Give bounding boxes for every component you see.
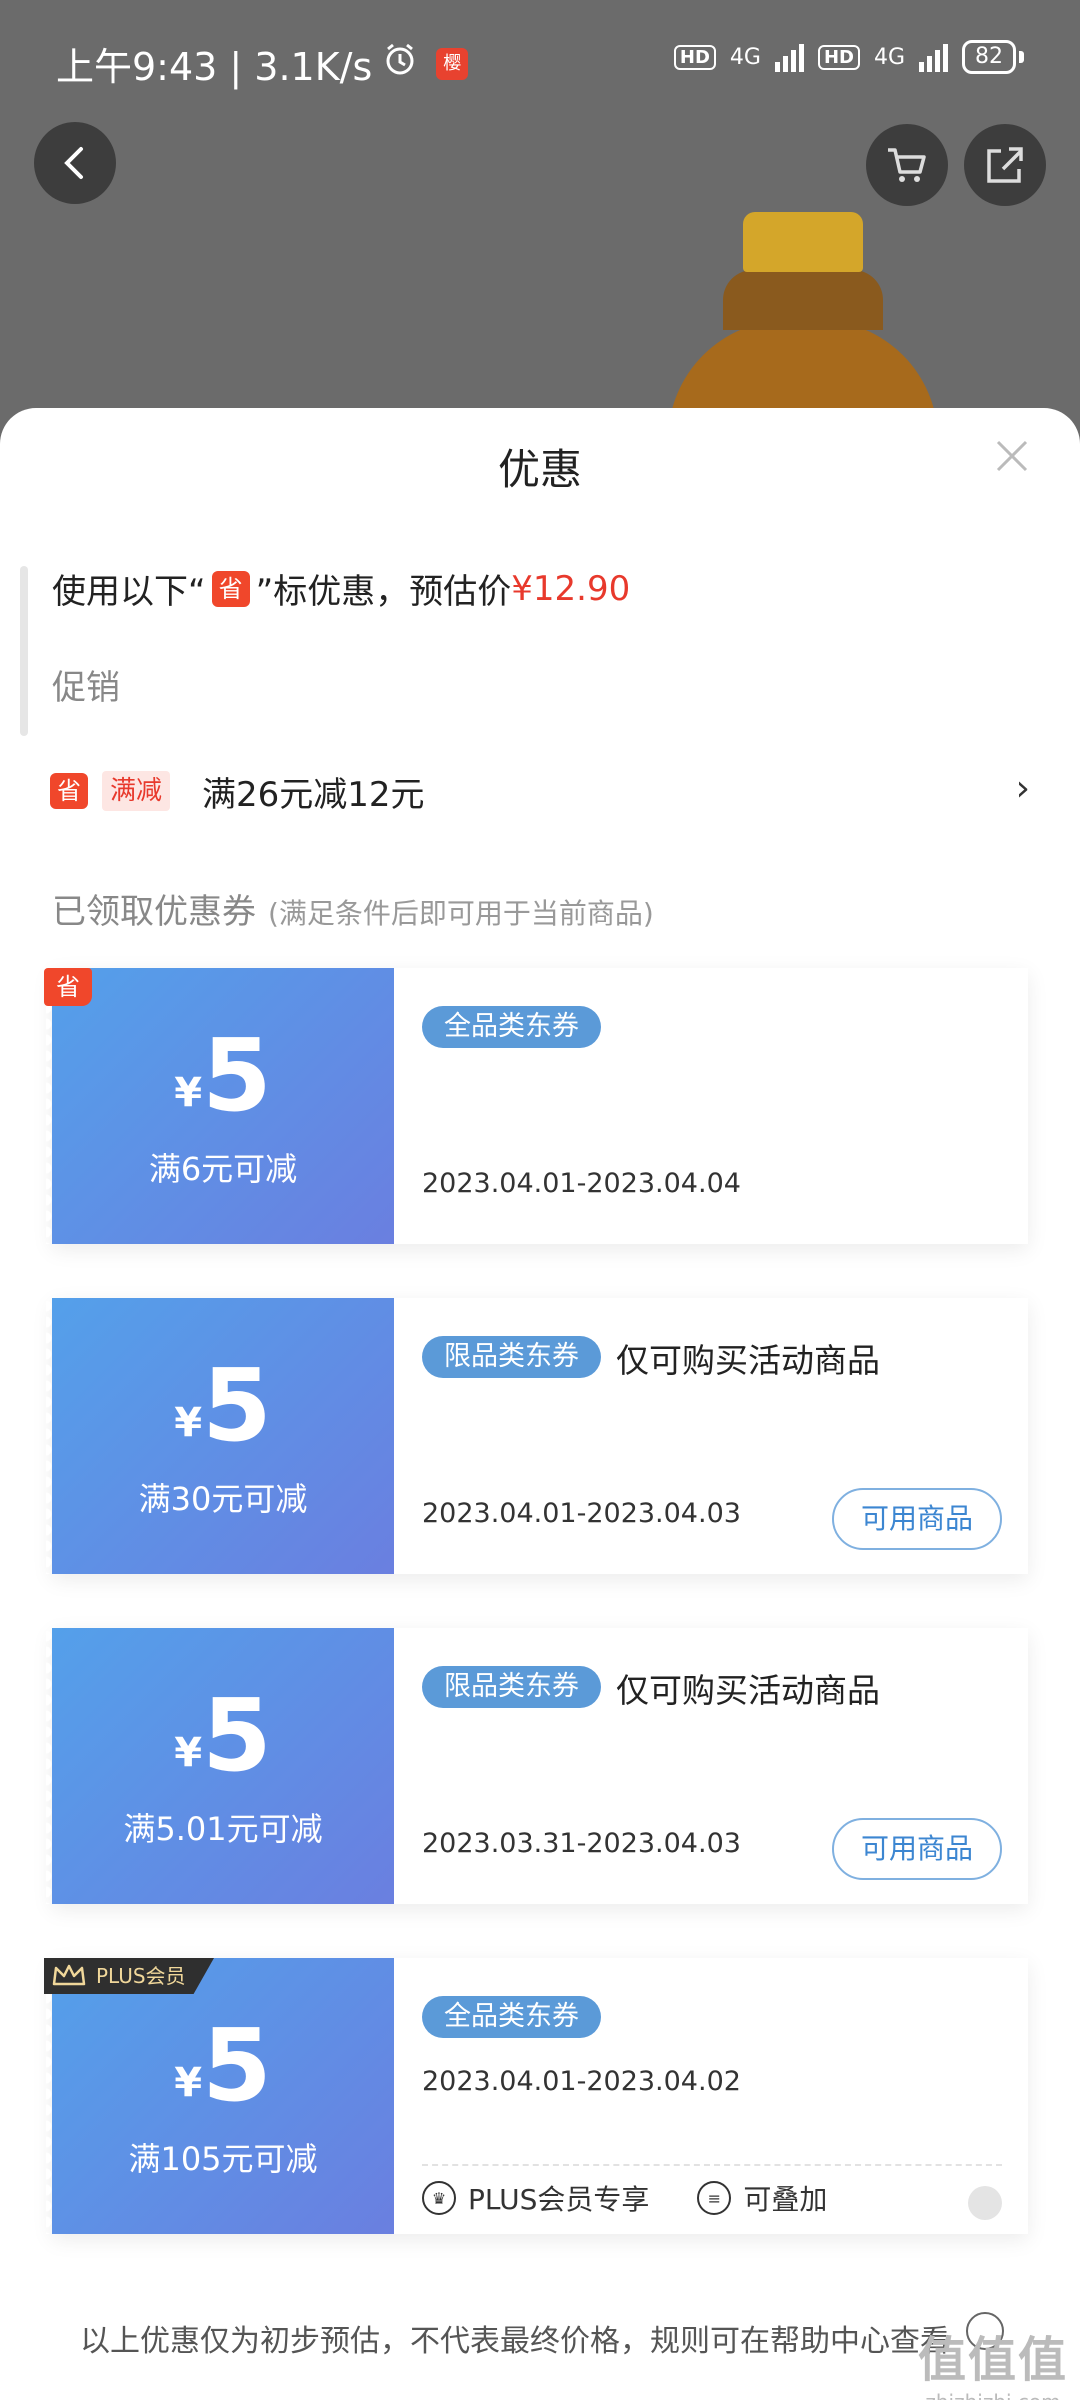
- back-button[interactable]: [34, 122, 116, 204]
- crown-icon: ♛: [422, 2181, 456, 2215]
- estimate-prefix: 使用以下“: [52, 572, 206, 612]
- estimated-price: ¥12.90: [511, 568, 631, 609]
- currency-symbol: ¥: [174, 1070, 203, 1116]
- coupon-features: ♛ PLUS会员专享 ≡ 可叠加: [422, 2178, 827, 2218]
- available-products-button[interactable]: 可用商品: [832, 1488, 1002, 1550]
- coupon-condition: 满6元可减: [148, 1150, 298, 1188]
- sheet-title: 优惠: [497, 445, 582, 494]
- sheng-tag-icon: 省: [50, 773, 88, 809]
- chevron-right-icon: ›: [1015, 768, 1030, 809]
- alarm-icon: [382, 41, 418, 86]
- currency-symbol: ¥: [174, 1730, 203, 1776]
- coupons-heading: 已领取优惠券 (满足条件后即可用于当前商品): [52, 884, 654, 933]
- status-bar: 上午9:43 | 3.1K/s 樱 HD 4G HD 4G 82: [0, 0, 1080, 120]
- signal-icon: [774, 42, 804, 72]
- currency-symbol: ¥: [174, 2060, 203, 2106]
- back-arrow-icon: [64, 147, 83, 179]
- available-products-button[interactable]: 可用商品: [832, 1818, 1002, 1880]
- close-icon: [996, 440, 1028, 472]
- coupon-card[interactable]: ¥5 满6元可减 全品类东券 2023.04.01-2023.04.04: [46, 968, 1028, 1244]
- coupon-note: 仅可购买活动商品: [616, 1671, 880, 1710]
- crown-icon: [52, 1964, 86, 1986]
- hd-icon: HD: [817, 44, 860, 70]
- promo-text: 满26元减12元: [202, 774, 425, 815]
- currency-symbol: ¥: [174, 1400, 203, 1446]
- divider: [422, 2164, 1002, 2166]
- coupon-value-panel: ¥5 满5.01元可减: [46, 1628, 394, 1904]
- network-type: 4G: [873, 44, 905, 70]
- plus-badge-label: PLUS会员: [96, 1964, 186, 1988]
- coupon-type-tag: 限品类东券: [422, 1336, 601, 1378]
- coupons-heading-text: 已领取优惠券: [52, 892, 256, 932]
- cart-button[interactable]: [866, 124, 948, 206]
- estimated-price-line: 使用以下“ 省 ”标优惠，预估价 ¥12.90: [52, 564, 630, 613]
- coupon-amount: 5: [202, 2007, 272, 2124]
- coupon-date: 2023.04.01-2023.04.03: [422, 1498, 741, 1529]
- signal-icon: [919, 42, 948, 72]
- share-icon: [987, 147, 1023, 183]
- coupon-condition: 满30元可减: [138, 1480, 308, 1518]
- coupon-type-tag: 全品类东券: [422, 1006, 601, 1048]
- battery-icon: 82: [962, 40, 1024, 74]
- expand-icon[interactable]: [968, 2186, 1002, 2220]
- coupons-subheading: (满足条件后即可用于当前商品): [268, 897, 654, 930]
- coupon-value-panel: ¥5 满6元可减: [46, 968, 394, 1244]
- coupon-note: 仅可购买活动商品: [616, 1341, 880, 1380]
- coupon-card[interactable]: ¥5 满105元可减 全品类东券 2023.04.01-2023.04.02 ♛…: [46, 1958, 1028, 2234]
- footer-disclaimer: 以上优惠仅为初步预估，不代表最终价格，规则可在帮助中心查看: [80, 2324, 950, 2359]
- coupon-value-panel: ¥5 满30元可减: [46, 1298, 394, 1574]
- coupon-value-panel: ¥5 满105元可减: [46, 1958, 394, 2234]
- app-notification-icon: 樱: [436, 47, 469, 80]
- share-button[interactable]: [964, 124, 1046, 206]
- promo-type-tag: 满减: [102, 771, 171, 811]
- coupon-type-tag: 全品类东券: [422, 1996, 601, 2038]
- coupon-card[interactable]: ¥5 满30元可减 限品类东券 仅可购买活动商品 2023.04.01-2023…: [46, 1298, 1028, 1574]
- cart-icon: [888, 148, 926, 182]
- promo-row[interactable]: 省 满减 满26元减12元 ›: [50, 766, 1030, 816]
- stackable-icon: ≡: [697, 2181, 732, 2215]
- coupon-date: 2023.03.31-2023.04.03: [422, 1828, 741, 1859]
- coupon-date: 2023.04.01-2023.04.04: [422, 1168, 741, 1199]
- battery-level: 82: [962, 40, 1016, 74]
- sheng-tag-icon: 省: [211, 570, 250, 607]
- close-button[interactable]: [992, 436, 1032, 476]
- coupon-amount: 5: [202, 1347, 272, 1464]
- coupon-amount: 5: [202, 1677, 272, 1794]
- sheng-badge-icon: 省: [44, 968, 92, 1006]
- coupon-date: 2023.04.01-2023.04.02: [422, 2066, 741, 2097]
- coupon-condition: 满105元可减: [128, 2140, 318, 2178]
- promo-heading: 促销: [52, 668, 120, 708]
- section-indicator: [20, 566, 28, 736]
- coupon-type-tag: 限品类东券: [422, 1666, 601, 1708]
- coupon-condition: 满5.01元可减: [123, 1810, 323, 1848]
- estimate-suffix: ”标优惠，预估价: [255, 572, 512, 612]
- coupon-amount: 5: [202, 1017, 272, 1134]
- hd-icon: HD: [673, 44, 716, 70]
- watermark-logo: 值值值: [917, 2332, 1068, 2388]
- stackable-label: 可叠加: [743, 2183, 828, 2216]
- plus-member-badge: PLUS会员: [44, 1958, 214, 1994]
- coupon-card[interactable]: ¥5 满5.01元可减 限品类东券 仅可购买活动商品 2023.03.31-20…: [46, 1628, 1028, 1904]
- plus-exclusive-label: PLUS会员专享: [468, 2183, 650, 2216]
- watermark-url: zhizhizhi.com: [918, 2390, 1068, 2400]
- watermark: 值值值 zhizhizhi.com: [918, 2320, 1068, 2400]
- status-time-speed: 上午9:43 | 3.1K/s: [56, 45, 373, 89]
- network-type: 4G: [729, 44, 761, 70]
